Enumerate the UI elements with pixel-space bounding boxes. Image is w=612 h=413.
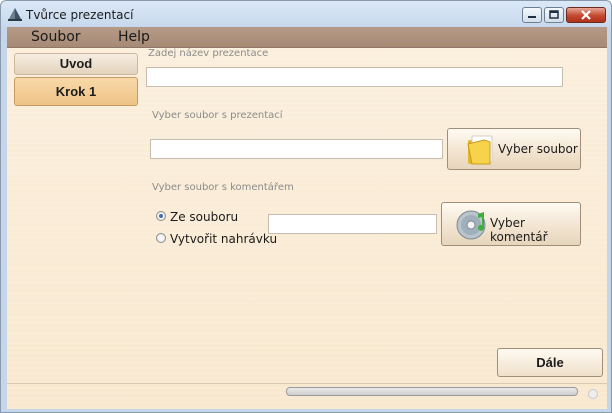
presentation-name-input[interactable] bbox=[151, 70, 558, 84]
status-indicator-icon bbox=[588, 389, 598, 399]
progress-bar bbox=[286, 387, 578, 396]
minimize-button[interactable] bbox=[522, 7, 542, 23]
menu-help[interactable]: Help bbox=[118, 29, 150, 45]
radio-from-file-dot[interactable] bbox=[156, 211, 166, 221]
radio-record-label: Vytvořit nahrávku bbox=[170, 232, 278, 246]
presentation-file-label: Vyber soubor s prezentací bbox=[152, 110, 283, 121]
status-separator bbox=[7, 383, 607, 384]
window-title: Tvůrce prezentací bbox=[26, 8, 134, 22]
close-icon bbox=[581, 10, 591, 20]
comment-file-label: Vyber soubor s komentářem bbox=[152, 182, 294, 193]
audio-cd-icon bbox=[456, 210, 486, 240]
presentation-file-field[interactable] bbox=[150, 139, 443, 159]
presentation-name-label: Zadej název prezentace bbox=[148, 48, 269, 59]
minimize-icon bbox=[528, 16, 536, 18]
close-button[interactable] bbox=[566, 7, 606, 23]
next-button[interactable]: Dále bbox=[497, 348, 603, 377]
menu-bar: Soubor Help bbox=[7, 27, 607, 48]
radio-record-dot[interactable] bbox=[156, 233, 166, 243]
menu-soubor[interactable]: Soubor bbox=[31, 29, 81, 45]
folder-icon bbox=[467, 135, 493, 165]
pyramid-icon bbox=[8, 8, 22, 21]
select-comment-button[interactable]: Vyber komentář bbox=[441, 202, 581, 246]
client-area: Uvod Krok 1 Zadej název prezentace Vyber… bbox=[7, 48, 607, 409]
title-bar[interactable]: Tvůrce prezentací bbox=[1, 1, 611, 27]
sidebar-tab-krok-1[interactable]: Krok 1 bbox=[14, 77, 138, 106]
sidebar-tab-uvod[interactable]: Uvod bbox=[14, 53, 138, 75]
select-comment-button-label: Vyber komentář bbox=[490, 216, 548, 244]
radio-from-file-label: Ze souboru bbox=[170, 210, 239, 224]
maximize-icon bbox=[549, 10, 559, 19]
presentation-file-input[interactable] bbox=[155, 142, 438, 156]
select-file-button[interactable]: Vyber soubor bbox=[447, 128, 581, 170]
maximize-button[interactable] bbox=[544, 7, 564, 23]
presentation-name-field[interactable] bbox=[146, 67, 563, 87]
comment-file-input[interactable] bbox=[273, 217, 432, 231]
comment-file-field[interactable] bbox=[268, 214, 437, 234]
app-window: Tvůrce prezentací Soubor Help Uvod Krok … bbox=[0, 0, 612, 413]
select-file-button-label: Vyber soubor bbox=[498, 142, 578, 156]
